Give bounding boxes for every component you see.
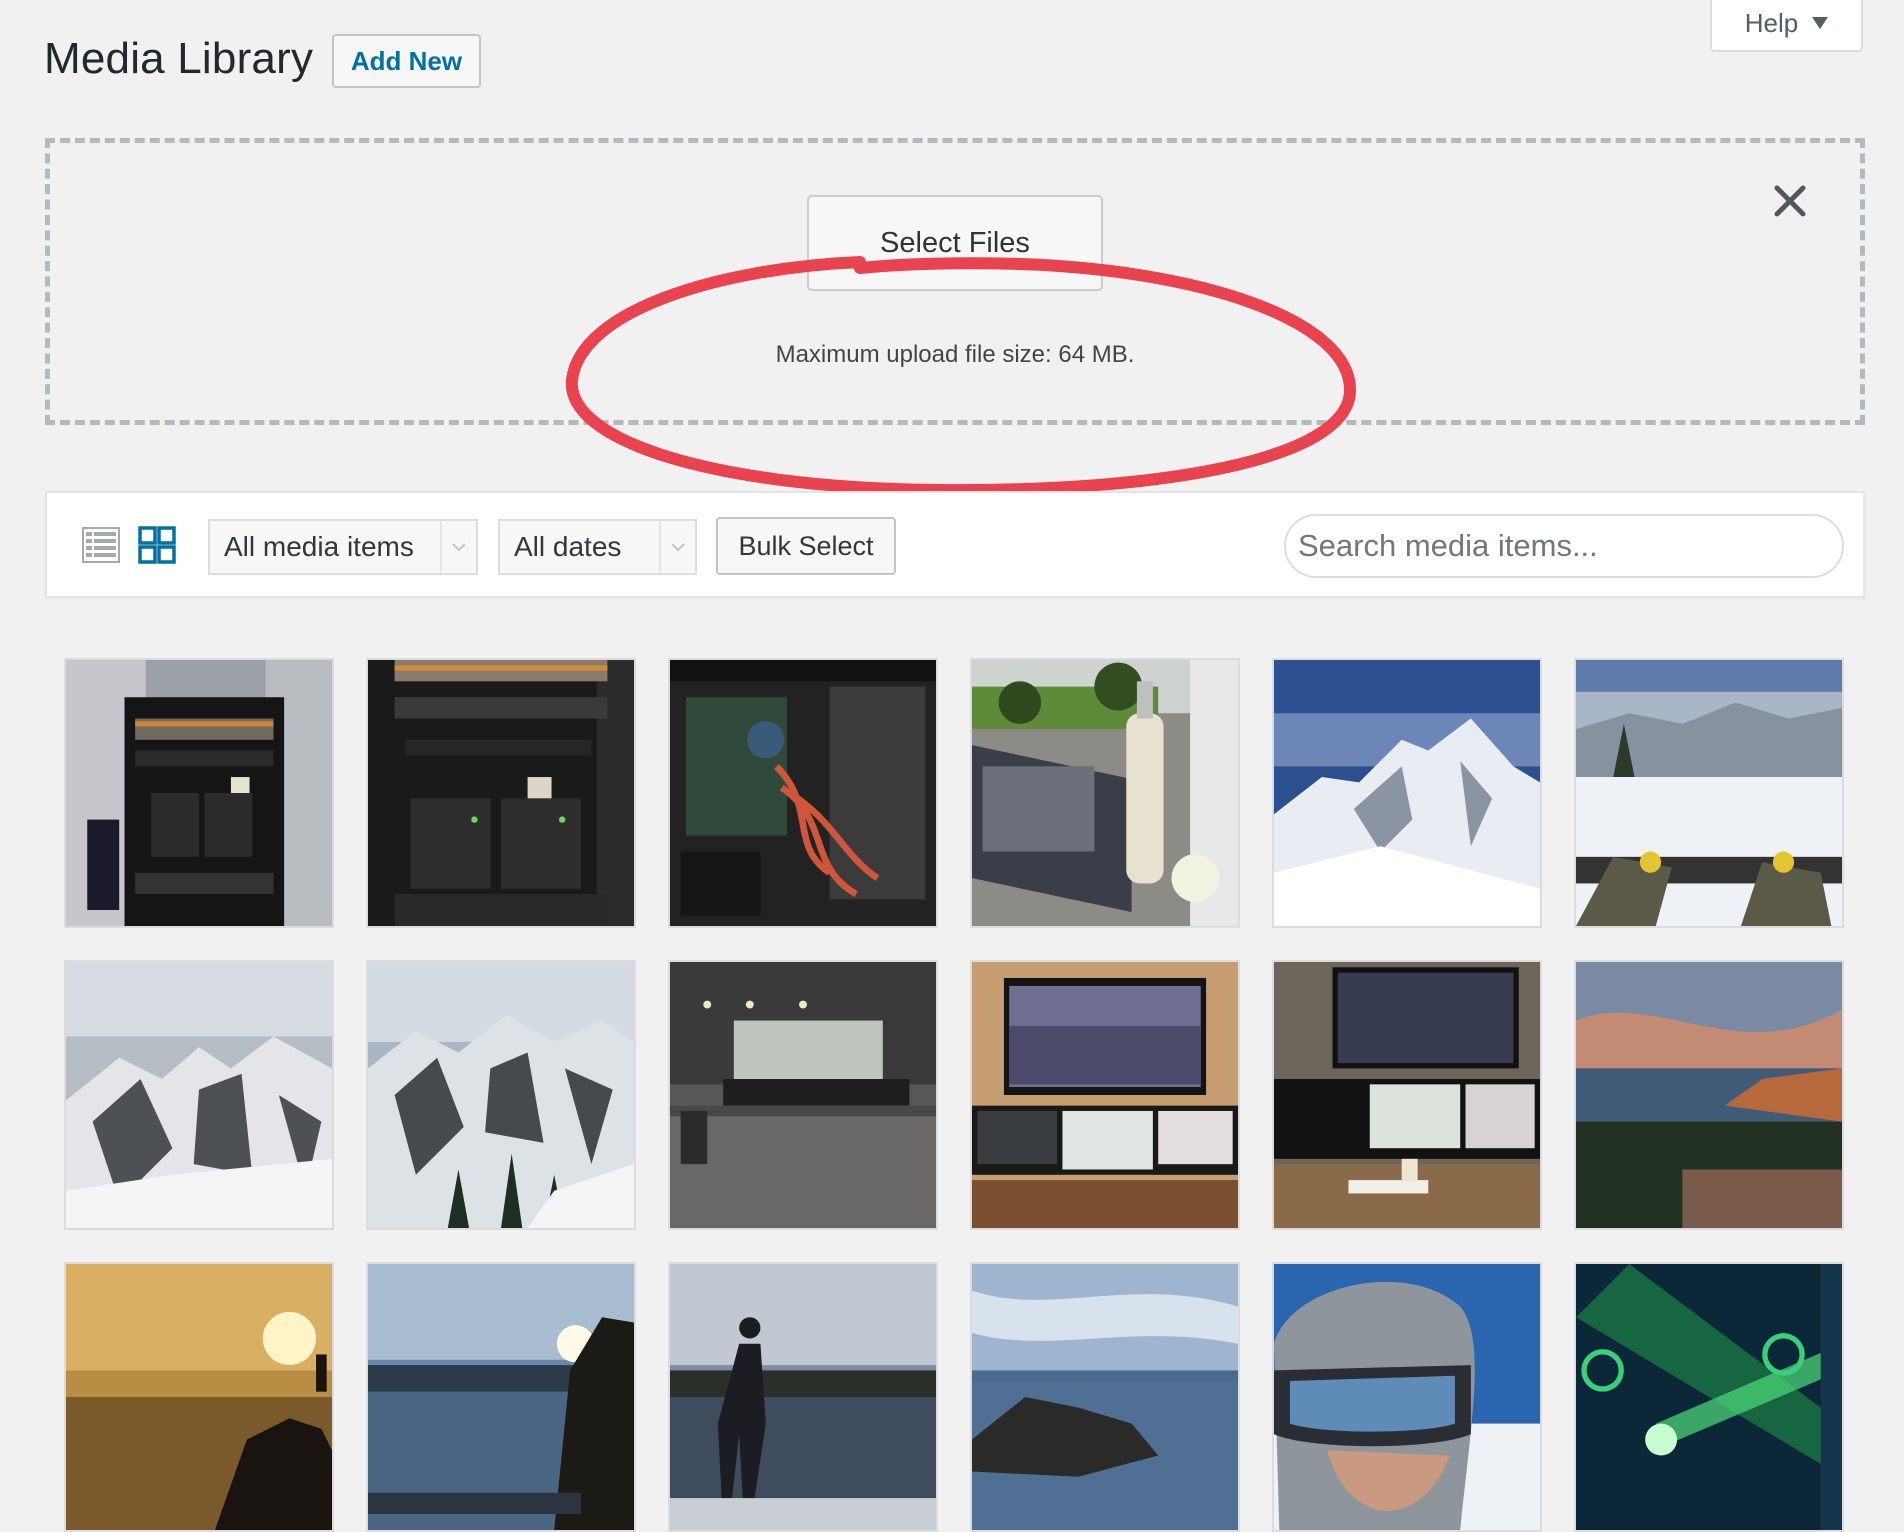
- media-thumbnail[interactable]: [1574, 960, 1844, 1230]
- bulk-select-button[interactable]: Bulk Select: [716, 517, 896, 575]
- media-thumbnail[interactable]: [366, 1262, 636, 1532]
- date-filter-value: All dates: [514, 531, 622, 562]
- media-thumbnail[interactable]: [64, 658, 334, 928]
- caret-down-icon: [1812, 17, 1829, 29]
- close-icon: [1774, 185, 1806, 217]
- media-thumbnail[interactable]: [668, 1262, 938, 1532]
- page-title: Media Library: [44, 34, 314, 83]
- media-thumbnail[interactable]: [970, 960, 1240, 1230]
- media-thumbnail[interactable]: [668, 658, 938, 928]
- date-filter[interactable]: All dates: [498, 519, 697, 575]
- list-view-button[interactable]: [79, 523, 123, 567]
- help-tab[interactable]: Help: [1710, 0, 1863, 52]
- list-view-icon: [82, 527, 120, 563]
- search-media-input[interactable]: [1284, 514, 1844, 578]
- media-thumbnail[interactable]: [1574, 658, 1844, 928]
- media-toolbar: All media items All dates Bulk Select: [45, 491, 1865, 598]
- media-thumbnail[interactable]: [1272, 960, 1542, 1230]
- media-thumbnail[interactable]: [366, 658, 636, 928]
- media-thumbnail[interactable]: [668, 960, 938, 1230]
- media-thumbnail[interactable]: [64, 1262, 334, 1532]
- media-type-filter[interactable]: All media items: [208, 519, 478, 575]
- grid-view-icon: [138, 526, 176, 564]
- close-uploader-button[interactable]: [1770, 181, 1810, 221]
- media-thumbnail[interactable]: [1574, 1262, 1844, 1532]
- media-thumbnail[interactable]: [1272, 1262, 1542, 1532]
- media-thumbnail[interactable]: [970, 1262, 1240, 1532]
- max-upload-size-text: Maximum upload file size: 64 MB.: [775, 341, 1135, 368]
- media-thumbnail[interactable]: [1272, 658, 1542, 928]
- media-thumbnail[interactable]: [366, 960, 636, 1230]
- media-type-filter-value: All media items: [224, 531, 414, 562]
- add-new-button[interactable]: Add New: [332, 34, 481, 88]
- select-files-button[interactable]: Select Files: [807, 195, 1103, 291]
- chevron-down-icon: [440, 521, 476, 573]
- grid-view-button[interactable]: [135, 523, 179, 567]
- media-thumbnail[interactable]: [64, 960, 334, 1230]
- chevron-down-icon: [659, 521, 695, 573]
- upload-dropzone[interactable]: Select Files Maximum upload file size: 6…: [45, 138, 1865, 425]
- media-thumbnail[interactable]: [970, 658, 1240, 928]
- help-label: Help: [1744, 7, 1799, 38]
